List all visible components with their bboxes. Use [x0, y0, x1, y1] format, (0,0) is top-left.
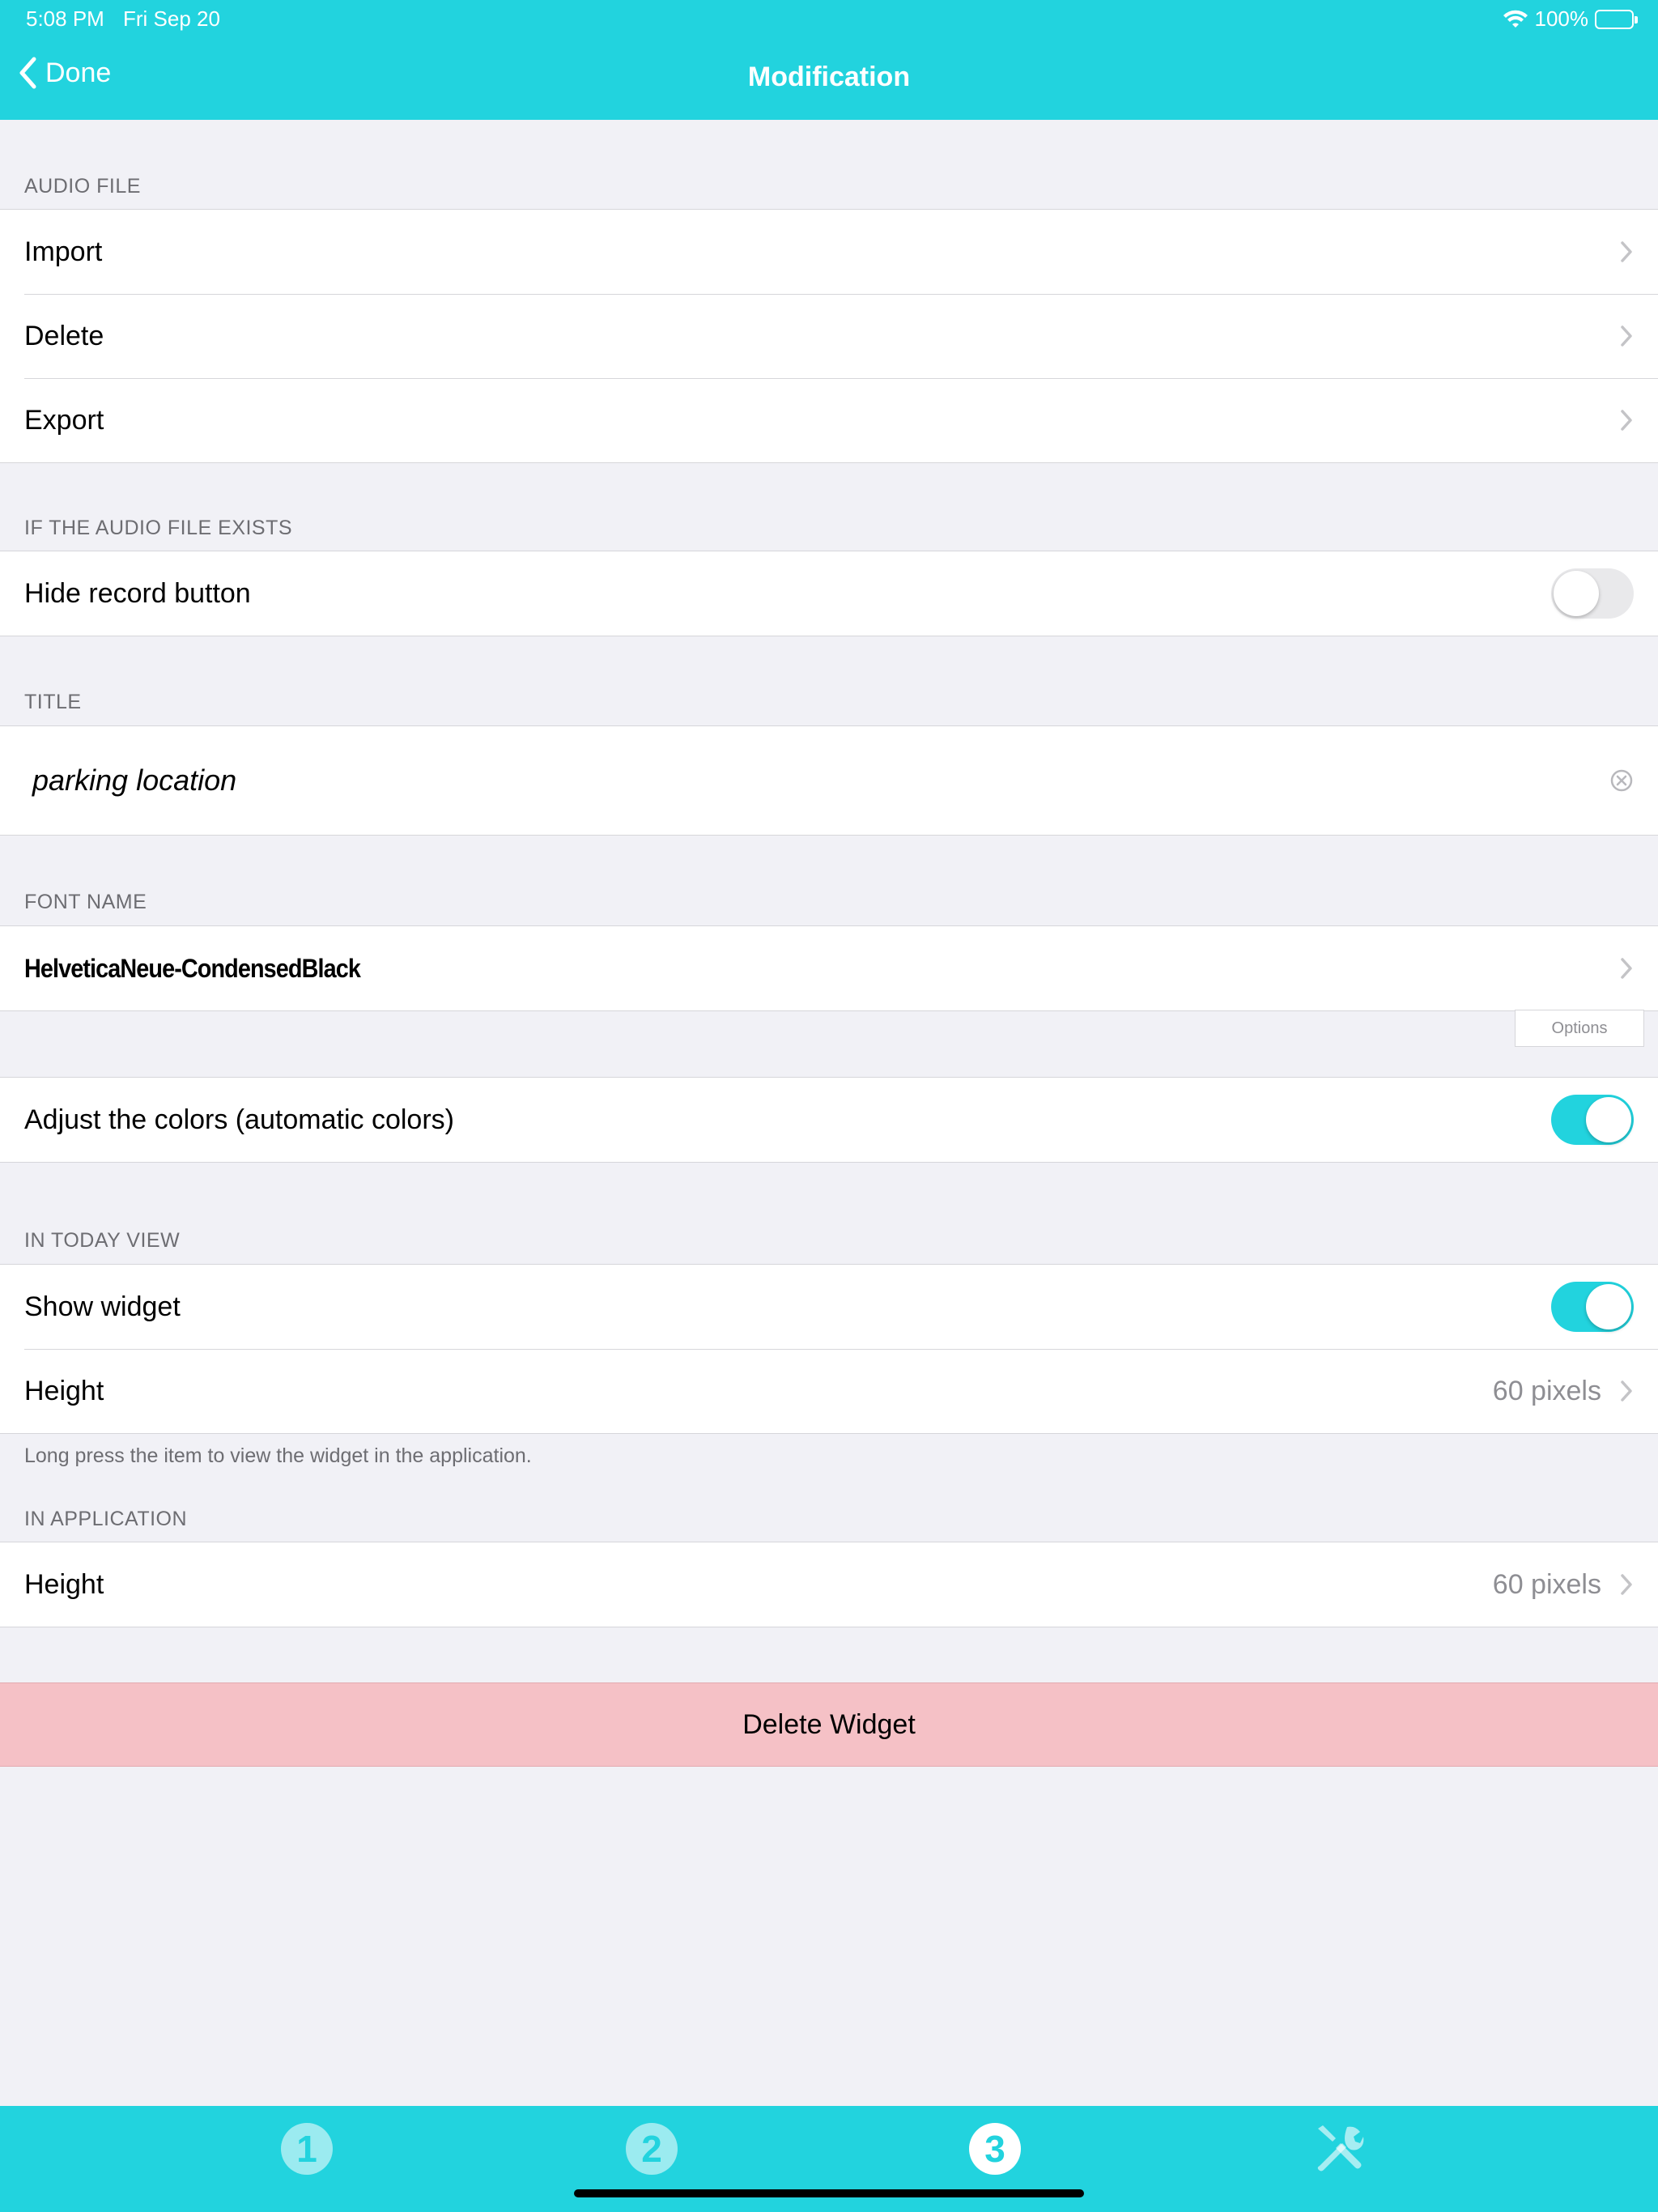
export-row[interactable]: Export [0, 378, 1658, 462]
audio-file-group: Import Delete Export [0, 209, 1658, 463]
chevron-right-icon [1621, 241, 1632, 262]
section-header-in-application: IN APPLICATION [24, 1508, 188, 1530]
title-group: parking location [0, 725, 1658, 836]
options-button[interactable]: Options [1515, 1010, 1644, 1047]
adjust-colors-row: Adjust the colors (automatic colors) [0, 1078, 1658, 1162]
section-header-font-name: FONT NAME [24, 891, 147, 913]
today-height-row[interactable]: Height 60 pixels [0, 1349, 1658, 1433]
tab-2[interactable]: 2 [623, 2121, 680, 2177]
number-3-icon: 3 [969, 2123, 1021, 2175]
today-height-value: 60 pixels [1492, 1375, 1601, 1406]
chevron-right-icon [1621, 958, 1632, 979]
adjust-colors-toggle[interactable] [1551, 1095, 1634, 1145]
status-right: 100% [1503, 6, 1638, 32]
chevron-right-icon [1621, 410, 1632, 431]
font-name-value: HelveticaNeue-CondensedBlack [24, 953, 361, 983]
chevron-right-icon [1621, 325, 1632, 347]
import-row[interactable]: Import [0, 210, 1658, 294]
navigation-bar: 5:08 PM Fri Sep 20 100% Done Modificatio… [0, 0, 1658, 120]
hide-record-toggle[interactable] [1551, 568, 1634, 619]
import-label: Import [24, 236, 103, 267]
hide-record-label: Hide record button [24, 577, 251, 609]
title-input[interactable]: parking location [24, 764, 1609, 798]
clear-text-icon[interactable] [1609, 768, 1634, 793]
toggle-knob [1586, 1097, 1631, 1142]
show-widget-row: Show widget [0, 1265, 1658, 1349]
toggle-knob [1586, 1284, 1631, 1329]
section-header-title: TITLE [24, 691, 82, 713]
chevron-right-icon [1621, 1380, 1632, 1402]
if-exists-group: Hide record button [0, 551, 1658, 636]
section-header-today-view: IN TODAY VIEW [24, 1229, 181, 1252]
export-label: Export [24, 404, 104, 436]
app-height-value: 60 pixels [1492, 1568, 1601, 1600]
delete-label: Delete [24, 320, 104, 351]
title-row: parking location [0, 726, 1658, 835]
colors-group: Adjust the colors (automatic colors) [0, 1077, 1658, 1163]
app-height-label: Height [24, 1568, 104, 1600]
today-view-footer-note: Long press the item to view the widget i… [24, 1444, 532, 1467]
battery-icon [1595, 9, 1638, 29]
number-1-icon: 1 [281, 2123, 333, 2175]
hide-record-row: Hide record button [0, 551, 1658, 636]
toggle-knob [1554, 571, 1599, 616]
tab-tools[interactable] [1312, 2121, 1368, 2177]
today-height-label: Height [24, 1375, 104, 1406]
in-application-group: Height 60 pixels [0, 1542, 1658, 1627]
number-2-icon: 2 [626, 2123, 678, 2175]
wifi-icon [1503, 10, 1528, 28]
section-header-audio-file: AUDIO FILE [24, 175, 141, 198]
delete-row[interactable]: Delete [0, 294, 1658, 378]
font-name-group: HelveticaNeue-CondensedBlack [0, 925, 1658, 1011]
tab-1[interactable]: 1 [278, 2121, 335, 2177]
battery-percent: 100% [1534, 6, 1589, 31]
font-name-row[interactable]: HelveticaNeue-CondensedBlack [0, 926, 1658, 1010]
delete-widget-button[interactable]: Delete Widget [0, 1682, 1658, 1767]
page-title: Modification [747, 62, 911, 92]
status-date: Fri Sep 20 [123, 6, 220, 31]
adjust-colors-label: Adjust the colors (automatic colors) [24, 1104, 454, 1135]
section-header-if-exists: IF THE AUDIO FILE EXISTS [24, 517, 293, 539]
status-time: 5:08 PM [26, 6, 104, 31]
app-height-row[interactable]: Height 60 pixels [0, 1542, 1658, 1627]
tools-icon [1317, 2125, 1364, 2172]
home-indicator [574, 2189, 1084, 2197]
show-widget-label: Show widget [24, 1291, 181, 1322]
chevron-right-icon [1621, 1574, 1632, 1595]
show-widget-toggle[interactable] [1551, 1282, 1634, 1332]
tab-3[interactable]: 3 [967, 2121, 1023, 2177]
today-view-group: Show widget Height 60 pixels [0, 1264, 1658, 1434]
